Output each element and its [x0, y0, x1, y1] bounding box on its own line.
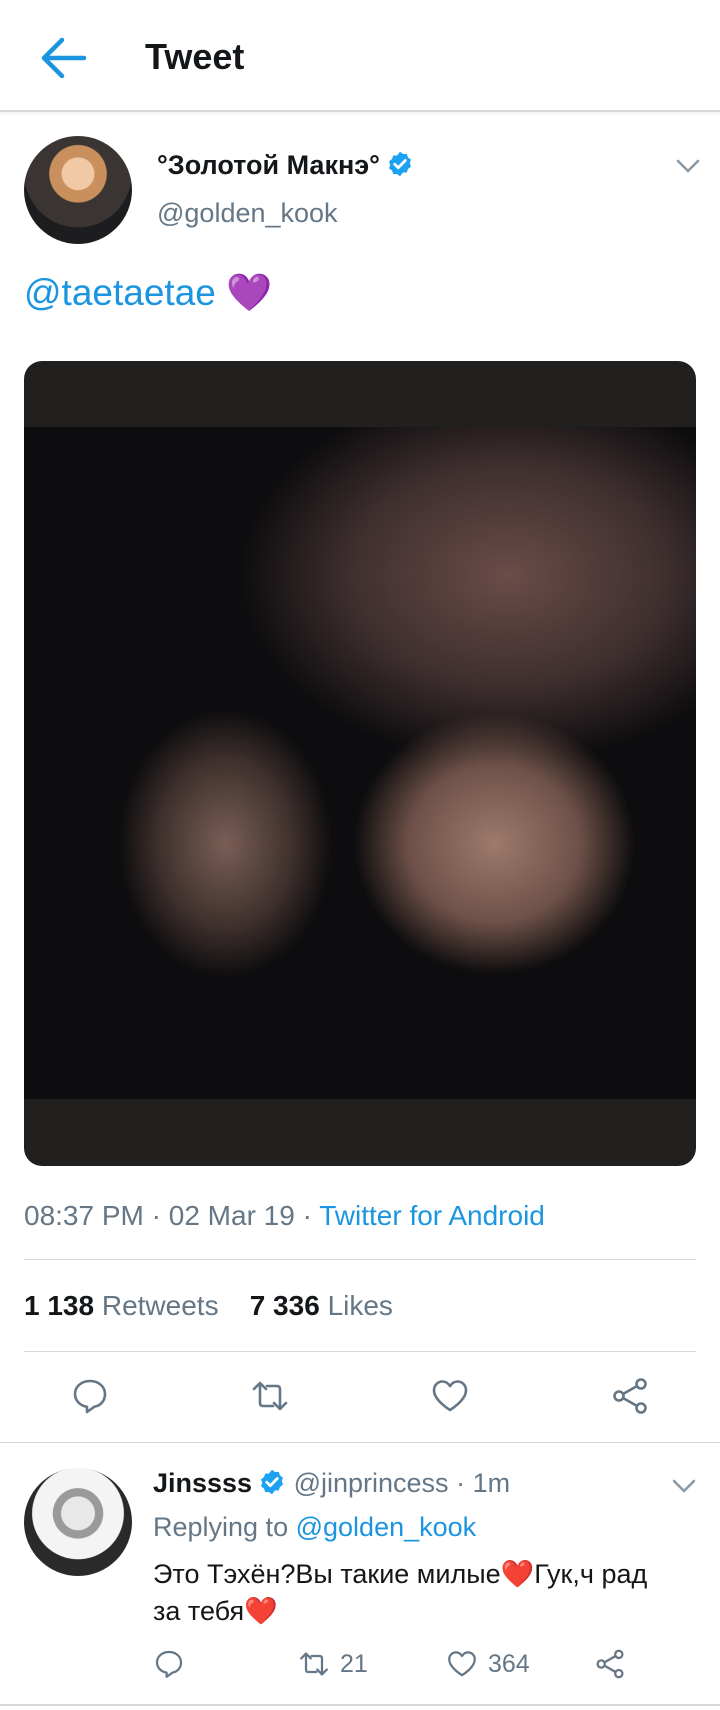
reply-icon	[155, 1650, 183, 1678]
like-heart-icon[interactable]	[430, 1376, 470, 1416]
reply-author-avatar[interactable]	[24, 1468, 132, 1576]
page-title: Tweet	[145, 36, 245, 77]
tweet-source-link[interactable]: Twitter for Android	[319, 1200, 545, 1231]
author-name-row[interactable]: °Золотой Макнэ°	[157, 150, 414, 185]
like-heart-icon	[448, 1651, 476, 1677]
retweets-label: Retweets	[101, 1290, 219, 1321]
verified-badge-icon	[258, 1468, 286, 1503]
tweet-photo[interactable]	[24, 427, 696, 1099]
divider	[0, 1442, 720, 1443]
reply-retweet-count: 21	[340, 1649, 368, 1678]
reply-share-button[interactable]	[594, 1646, 626, 1682]
reply-handle[interactable]: @jinprincess	[294, 1468, 449, 1498]
top-bar: Tweet	[0, 0, 720, 112]
purple-heart-emoji: 💜	[226, 272, 273, 313]
author-display-name[interactable]: °Золотой Макнэ°	[157, 150, 380, 180]
reply-like-button[interactable]: 364	[446, 1646, 530, 1682]
replying-to-link[interactable]: @golden_kook	[296, 1512, 477, 1542]
tweet-text: @taetaetae 💜	[24, 272, 272, 315]
chevron-down-icon[interactable]	[672, 1478, 696, 1494]
share-icon	[596, 1649, 624, 1679]
divider	[24, 1351, 696, 1352]
likes-count: 7 336	[249, 1290, 320, 1321]
chevron-down-icon[interactable]	[676, 158, 700, 174]
mention-link[interactable]: @taetaetae	[24, 272, 216, 313]
tweet-stats: 1 138 Retweets 7 336 Likes	[24, 1290, 393, 1322]
replying-to-line: Replying to @golden_kook	[153, 1512, 476, 1543]
divider	[24, 1259, 696, 1260]
retweet-icon[interactable]	[250, 1376, 290, 1416]
author-avatar[interactable]	[24, 136, 132, 244]
reply-retweet-button[interactable]: 21	[298, 1646, 368, 1682]
reply-reply-button[interactable]	[153, 1646, 185, 1682]
verified-badge-icon	[386, 150, 414, 185]
replying-to-label: Replying to	[153, 1512, 289, 1542]
back-arrow-icon[interactable]	[40, 36, 88, 80]
reply-text: Это Тэхён?Вы такие милые❤️Гук,ч рад за т…	[153, 1559, 648, 1626]
reply-header: Jinssss @jinprincess · 1m	[153, 1468, 510, 1503]
reply-time: 1m	[472, 1468, 511, 1498]
retweet-icon	[300, 1652, 328, 1676]
tweet-media[interactable]	[24, 361, 696, 1166]
retweets-stat[interactable]: 1 138 Retweets	[24, 1290, 219, 1321]
reply-like-count: 364	[488, 1649, 530, 1678]
author-handle[interactable]: @golden_kook	[157, 198, 338, 229]
likes-label: Likes	[327, 1290, 393, 1321]
reply-display-name[interactable]: Jinssss	[153, 1468, 252, 1498]
tweet-timestamp-row: 08:37 PM · 02 Mar 19 · Twitter for Andro…	[24, 1200, 545, 1231]
likes-stat[interactable]: 7 336 Likes	[250, 1290, 393, 1321]
retweets-count: 1 138	[24, 1290, 95, 1321]
divider	[0, 1704, 720, 1706]
share-icon[interactable]	[610, 1376, 650, 1416]
tweet-time: 08:37 PM	[24, 1200, 144, 1231]
reply-icon[interactable]	[70, 1376, 110, 1416]
tweet-date: 02 Mar 19	[168, 1200, 295, 1231]
